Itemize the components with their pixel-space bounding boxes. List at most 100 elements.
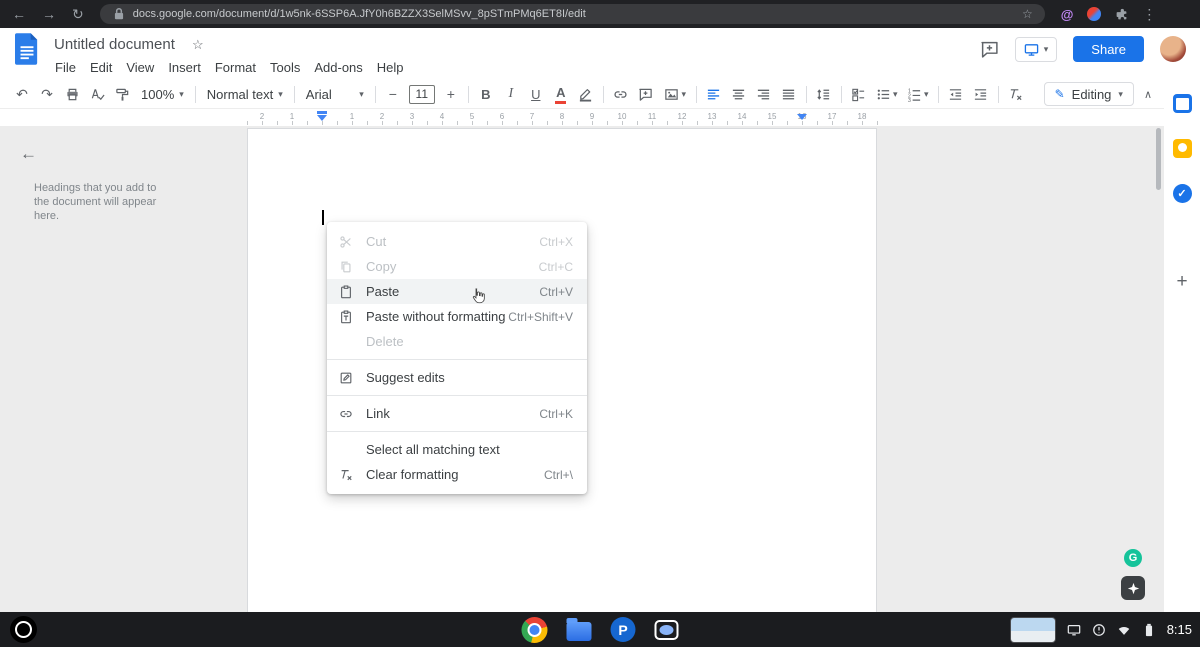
font-size-input[interactable]: 11 bbox=[409, 85, 435, 104]
star-document-icon[interactable]: ☆ bbox=[192, 37, 204, 53]
notification-icon bbox=[1092, 623, 1106, 637]
context-menu-item-link[interactable]: LinkCtrl+K bbox=[327, 401, 587, 426]
zoom-dropdown[interactable]: 100% ▾ bbox=[135, 82, 190, 106]
files-icon[interactable] bbox=[567, 622, 592, 641]
calendar-icon[interactable] bbox=[1173, 94, 1192, 113]
ruler-number: 4 bbox=[440, 112, 444, 121]
ruler-number: 1 bbox=[350, 112, 354, 121]
styles-dropdown[interactable]: Normal text ▾ bbox=[201, 82, 289, 106]
insert-comment-button[interactable] bbox=[634, 82, 658, 106]
spellcheck-button[interactable] bbox=[85, 82, 109, 106]
highlight-color-button[interactable] bbox=[574, 82, 598, 106]
insert-image-button[interactable]: ▾ bbox=[659, 82, 691, 106]
bullet-list-button[interactable]: ▾ bbox=[872, 82, 902, 106]
menu-help[interactable]: Help bbox=[370, 58, 411, 77]
decrease-indent-button[interactable] bbox=[944, 82, 968, 106]
text-color-button[interactable]: A bbox=[549, 82, 573, 106]
plus-icon[interactable]: + bbox=[1176, 271, 1187, 293]
menu-view[interactable]: View bbox=[119, 58, 161, 77]
address-bar[interactable]: docs.google.com/document/d/1w5nk-6SSP6A.… bbox=[100, 4, 1045, 24]
ruler-number: 14 bbox=[738, 112, 747, 121]
decrease-font-size-button[interactable]: − bbox=[381, 82, 405, 106]
screen-capture-icon[interactable] bbox=[655, 620, 679, 640]
underline-button[interactable]: U bbox=[524, 82, 548, 106]
align-right-button[interactable] bbox=[752, 82, 776, 106]
bold-button[interactable]: B bbox=[474, 82, 498, 106]
reload-icon[interactable]: ↻ bbox=[72, 7, 84, 21]
insert-link-button[interactable] bbox=[609, 82, 633, 106]
context-menu-item-suggest-edits[interactable]: Suggest edits bbox=[327, 365, 587, 390]
svg-text:3: 3 bbox=[908, 98, 911, 102]
increase-indent-button[interactable] bbox=[969, 82, 993, 106]
line-spacing-button[interactable] bbox=[812, 82, 836, 106]
ruler-number: 2 bbox=[260, 112, 264, 121]
forward-icon[interactable]: → bbox=[42, 7, 56, 21]
status-tray[interactable]: 8:15 bbox=[1010, 612, 1192, 647]
toolbar-right: ✎ Editing ▾ ∧ bbox=[1044, 82, 1152, 106]
ruler-number: 7 bbox=[530, 112, 534, 121]
ruler-number: 12 bbox=[678, 112, 687, 121]
context-menu-item-paste-without-formatting[interactable]: Paste without formattingCtrl+Shift+V bbox=[327, 304, 587, 329]
menu-add-ons[interactable]: Add-ons bbox=[307, 58, 369, 77]
toolbar-divider bbox=[603, 86, 604, 103]
docs-logo-icon[interactable] bbox=[15, 33, 39, 65]
launcher-button[interactable] bbox=[10, 616, 37, 643]
redo-button[interactable]: ↷ bbox=[35, 82, 59, 106]
increase-font-size-button[interactable]: + bbox=[439, 82, 463, 106]
mode-value: Editing bbox=[1072, 87, 1112, 102]
menu-tools[interactable]: Tools bbox=[263, 58, 307, 77]
comment-history-icon[interactable] bbox=[980, 40, 999, 59]
vertical-scrollbar[interactable] bbox=[1156, 128, 1161, 190]
bookmark-star-icon[interactable]: ☆ bbox=[1022, 7, 1033, 21]
menu-bar: FileEditViewInsertFormatToolsAdd-onsHelp bbox=[48, 58, 411, 77]
menu-format[interactable]: Format bbox=[208, 58, 263, 77]
align-center-button[interactable] bbox=[727, 82, 751, 106]
shelf-apps: P bbox=[522, 612, 679, 647]
clear-formatting-button[interactable] bbox=[1004, 82, 1028, 106]
right-indent-marker[interactable] bbox=[797, 114, 807, 120]
align-justify-button[interactable] bbox=[777, 82, 801, 106]
grammarly-icon[interactable]: G bbox=[1124, 549, 1142, 567]
tasks-icon[interactable]: ✓ bbox=[1173, 184, 1192, 203]
back-icon[interactable]: ← bbox=[12, 7, 26, 21]
print-button[interactable] bbox=[60, 82, 84, 106]
share-button[interactable]: Share bbox=[1073, 36, 1144, 62]
context-menu-item-select-all-matching-text[interactable]: Select all matching text bbox=[327, 437, 587, 462]
checklist-button[interactable] bbox=[847, 82, 871, 106]
clipboard-t-icon bbox=[339, 310, 366, 324]
ruler-number: 1 bbox=[290, 112, 294, 121]
undo-button[interactable]: ↶ bbox=[10, 82, 34, 106]
collapse-toolbar-icon[interactable]: ∧ bbox=[1144, 88, 1152, 101]
keep-icon[interactable] bbox=[1173, 139, 1192, 158]
menu-item-label: Cut bbox=[366, 234, 539, 249]
chrome-icon[interactable] bbox=[522, 617, 548, 643]
account-avatar[interactable] bbox=[1160, 36, 1186, 62]
p-app-icon[interactable]: P bbox=[611, 617, 636, 642]
at-extension-icon[interactable]: @ bbox=[1061, 7, 1074, 22]
editing-mode-button[interactable]: ✎ Editing ▾ bbox=[1044, 82, 1134, 106]
toolbar-divider bbox=[841, 86, 842, 103]
explore-button[interactable] bbox=[1121, 576, 1145, 600]
align-left-button[interactable] bbox=[702, 82, 726, 106]
copy-icon bbox=[339, 260, 366, 274]
paint-format-button[interactable] bbox=[110, 82, 134, 106]
italic-button[interactable]: I bbox=[499, 82, 523, 106]
profile-icon[interactable] bbox=[1087, 7, 1101, 21]
pencil-icon: ✎ bbox=[1055, 87, 1065, 101]
context-menu-item-paste[interactable]: PasteCtrl+V bbox=[327, 279, 587, 304]
document-title[interactable]: Untitled document bbox=[54, 36, 175, 53]
numbered-list-button[interactable]: 123 ▾ bbox=[903, 82, 933, 106]
context-menu-item-clear-formatting[interactable]: Clear formattingCtrl+\ bbox=[327, 462, 587, 487]
menu-insert[interactable]: Insert bbox=[161, 58, 208, 77]
pip-preview[interactable] bbox=[1010, 617, 1056, 643]
present-button[interactable]: ▾ bbox=[1015, 37, 1058, 62]
close-outline-icon[interactable]: ← bbox=[20, 144, 37, 164]
explore-star-icon bbox=[1127, 582, 1140, 595]
font-dropdown[interactable]: Arial ▾ bbox=[300, 82, 370, 106]
lock-icon bbox=[112, 7, 126, 21]
left-indent-marker[interactable] bbox=[317, 111, 327, 121]
menu-edit[interactable]: Edit bbox=[83, 58, 119, 77]
extensions-icon[interactable] bbox=[1115, 8, 1128, 21]
browser-menu-icon[interactable]: ⋮ bbox=[1142, 7, 1156, 21]
menu-file[interactable]: File bbox=[48, 58, 83, 77]
